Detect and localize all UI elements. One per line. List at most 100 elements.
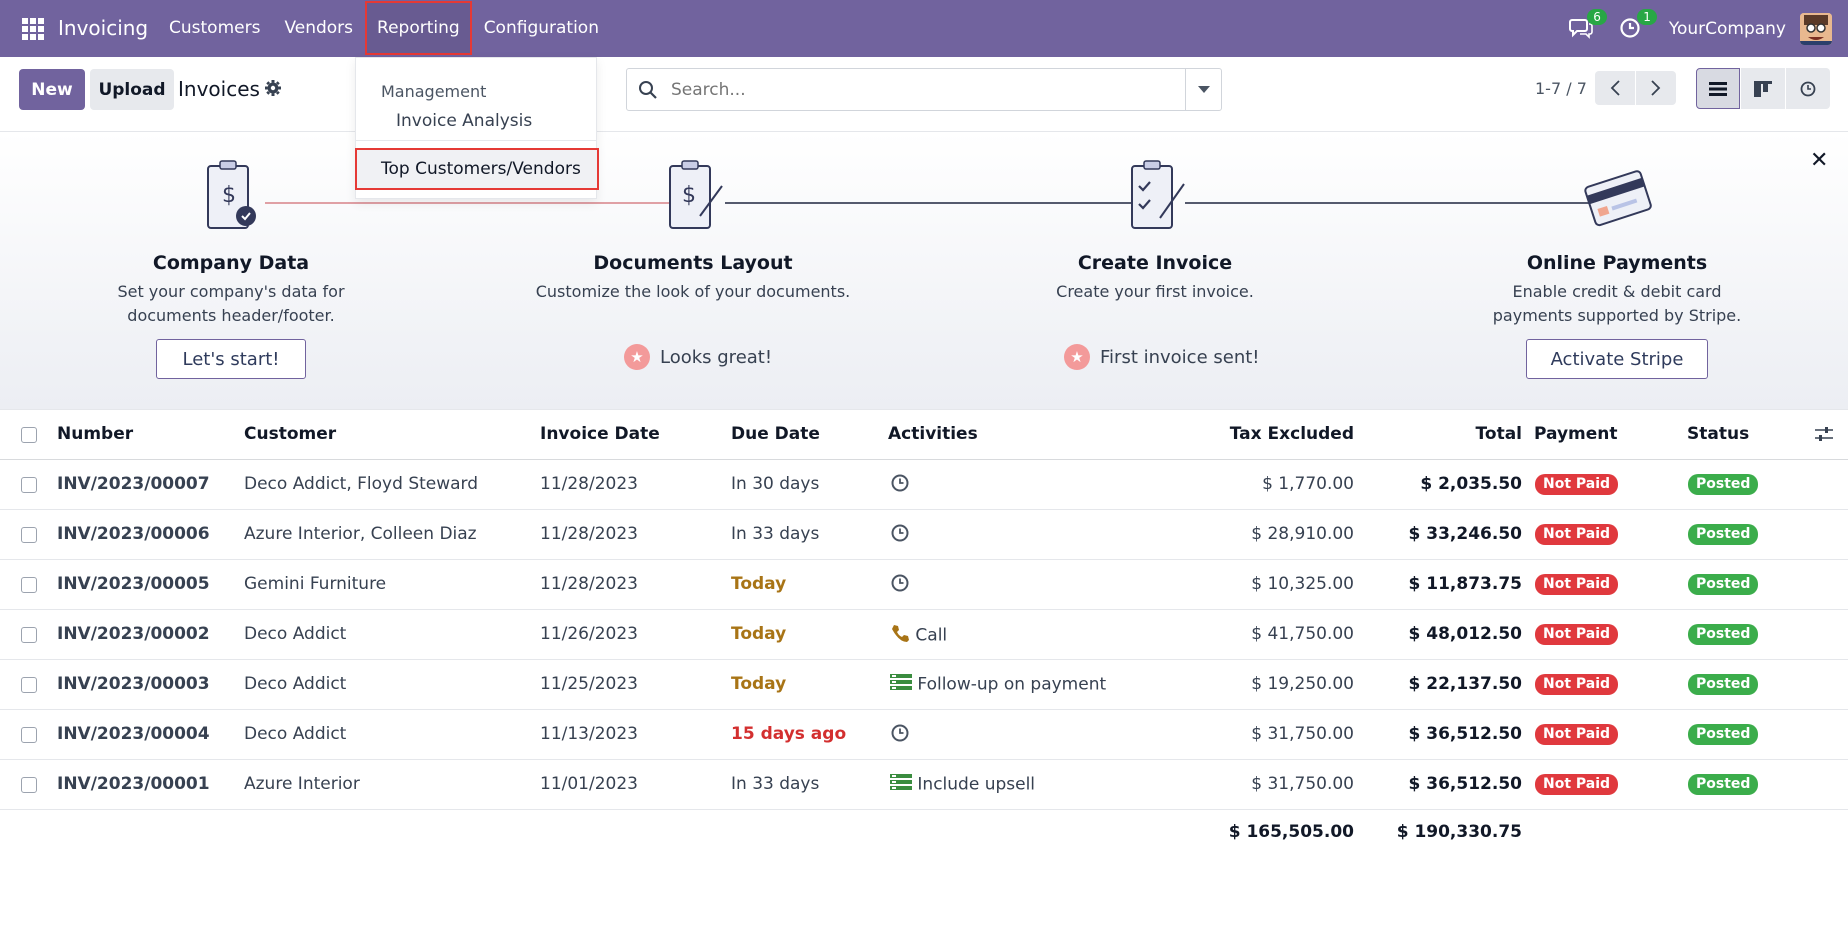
pager-previous-button[interactable] <box>1595 71 1635 105</box>
close-icon[interactable]: ✕ <box>1810 148 1828 173</box>
list-view-button[interactable] <box>1696 68 1740 109</box>
due-date: Today <box>731 674 787 694</box>
column-header-payment[interactable]: Payment <box>1534 424 1618 444</box>
step-title: Create Invoice <box>1077 252 1233 274</box>
status-badge: Posted <box>1688 674 1759 695</box>
customer-name: Azure Interior <box>244 774 360 794</box>
invoice-date: 11/28/2023 <box>540 574 638 594</box>
user-avatar[interactable] <box>1800 12 1832 45</box>
row-checkbox[interactable] <box>21 527 37 543</box>
table-row[interactable]: INV/2023/00007 Deco Addict, Floyd Steward… <box>0 460 1848 510</box>
new-button[interactable]: New <box>19 69 85 110</box>
phone-icon[interactable] <box>890 623 910 648</box>
menu-customers[interactable]: Customers <box>157 0 272 57</box>
row-checkbox[interactable] <box>21 677 37 693</box>
column-header-status[interactable]: Status <box>1687 424 1749 444</box>
clock-icon[interactable] <box>890 523 910 548</box>
activity-cell[interactable]: Call <box>890 623 947 648</box>
pager-next-button[interactable] <box>1636 71 1676 105</box>
invoice-date: 11/13/2023 <box>540 724 638 744</box>
menu-vendors[interactable]: Vendors <box>272 0 365 57</box>
upload-button[interactable]: Upload <box>90 69 174 110</box>
table-row[interactable]: INV/2023/00001 Azure Interior 11/01/2023 In… <box>0 760 1848 810</box>
activity-clock-icon[interactable]: 1 <box>1619 8 1657 41</box>
clock-icon[interactable] <box>890 723 910 748</box>
table-header: Number Customer Invoice Date Due Date Ac… <box>0 410 1848 460</box>
menu-configuration[interactable]: Configuration <box>472 0 611 57</box>
row-checkbox[interactable] <box>21 727 37 743</box>
status-badge: Posted <box>1688 474 1759 495</box>
activity-cell[interactable] <box>890 573 910 598</box>
activity-summary: Call <box>915 625 948 646</box>
table-row[interactable]: INV/2023/00002 Deco Addict 11/26/2023 Today… <box>0 610 1848 660</box>
tax-excluded-amount: $ 19,250.00 <box>1251 674 1354 694</box>
total-amount: $ 190,330.75 <box>1396 822 1522 842</box>
activity-summary: Include upsell <box>917 774 1036 795</box>
total-amount: $ 11,873.75 <box>1408 574 1522 594</box>
select-all-checkbox[interactable] <box>21 427 37 443</box>
clock-icon[interactable] <box>890 573 910 598</box>
total-amount: $ 48,012.50 <box>1408 624 1522 644</box>
row-checkbox[interactable] <box>21 577 37 593</box>
invoice-date: 11/26/2023 <box>540 624 638 644</box>
invoice-number: INV/2023/00002 <box>57 624 210 644</box>
menu-item-top-customers-vendors[interactable]: Top Customers/Vendors <box>355 148 599 190</box>
menu-item-invoice-analysis[interactable]: Invoice Analysis <box>396 111 532 131</box>
column-header-number[interactable]: Number <box>57 424 133 444</box>
gear-icon[interactable] <box>264 79 282 97</box>
search-input[interactable] <box>671 79 1111 101</box>
search-icon <box>637 79 659 101</box>
activity-cell[interactable]: Follow-up on payment <box>890 673 1106 696</box>
dropdown-divider <box>356 140 596 141</box>
activity-view-button[interactable] <box>1786 68 1830 109</box>
optional-columns-icon[interactable] <box>1815 426 1833 447</box>
tasks-icon[interactable] <box>890 773 912 796</box>
column-header-customer[interactable]: Customer <box>244 424 336 444</box>
column-header-activities[interactable]: Activities <box>888 424 978 444</box>
activity-cell[interactable] <box>890 723 910 748</box>
status-badge: Posted <box>1688 524 1759 545</box>
activate-stripe-button[interactable]: Activate Stripe <box>1526 339 1708 379</box>
invoice-number: INV/2023/00004 <box>57 724 210 744</box>
table-row[interactable]: INV/2023/00003 Deco Addict 11/25/2023 Today… <box>0 660 1848 710</box>
clock-icon[interactable] <box>890 473 910 498</box>
messages-icon[interactable]: 6 <box>1568 8 1607 41</box>
activity-cell[interactable]: Include upsell <box>890 773 1035 796</box>
tax-excluded-amount: $ 31,750.00 <box>1251 724 1354 744</box>
total-amount: $ 36,512.50 <box>1408 774 1522 794</box>
table-row[interactable]: INV/2023/00004 Deco Addict 11/13/2023 15 da… <box>0 710 1848 760</box>
menu-reporting[interactable]: Reporting <box>365 1 472 55</box>
invoice-number: INV/2023/00007 <box>57 474 210 494</box>
list-icon <box>1709 81 1727 96</box>
company-data-illustration-icon: $ <box>198 156 268 236</box>
apps-grid-icon[interactable] <box>22 18 44 40</box>
column-header-invoice-date[interactable]: Invoice Date <box>540 424 660 444</box>
activity-cell[interactable] <box>890 473 910 498</box>
row-checkbox[interactable] <box>21 477 37 493</box>
step-title: Company Data <box>152 252 310 274</box>
company-switcher[interactable]: YourCompany <box>1669 19 1786 39</box>
tasks-icon[interactable] <box>890 673 912 696</box>
search-options-toggle[interactable] <box>1185 69 1221 110</box>
app-brand[interactable]: Invoicing <box>58 16 148 40</box>
status-badge: Posted <box>1688 624 1759 645</box>
pager-value[interactable]: 1-7 / 7 <box>1535 79 1587 98</box>
payment-status-badge: Not Paid <box>1535 624 1619 645</box>
total-amount: $ 2,035.50 <box>1420 474 1522 494</box>
column-header-due-date[interactable]: Due Date <box>731 424 820 444</box>
star-icon: ★ <box>1064 344 1090 370</box>
activity-cell[interactable] <box>890 523 910 548</box>
table-row[interactable]: INV/2023/00006 Azure Interior, Colleen Di… <box>0 510 1848 560</box>
lets-start-button[interactable]: Let's start! <box>156 339 306 379</box>
column-header-tax-excluded[interactable]: Tax Excluded <box>1230 424 1354 444</box>
invoice-number: INV/2023/00006 <box>57 524 210 544</box>
row-checkbox[interactable] <box>21 777 37 793</box>
column-header-total[interactable]: Total <box>1476 424 1522 444</box>
kanban-view-button[interactable] <box>1741 68 1785 109</box>
step-status: ★ First invoice sent! <box>1064 344 1260 370</box>
table-row[interactable]: INV/2023/00005 Gemini Furniture 11/28/2023… <box>0 560 1848 610</box>
total-amount: $ 36,512.50 <box>1408 724 1522 744</box>
row-checkbox[interactable] <box>21 627 37 643</box>
step-description: Enable credit & debit card payments supp… <box>1492 282 1742 325</box>
documents-layout-illustration-icon: $ <box>660 156 730 236</box>
